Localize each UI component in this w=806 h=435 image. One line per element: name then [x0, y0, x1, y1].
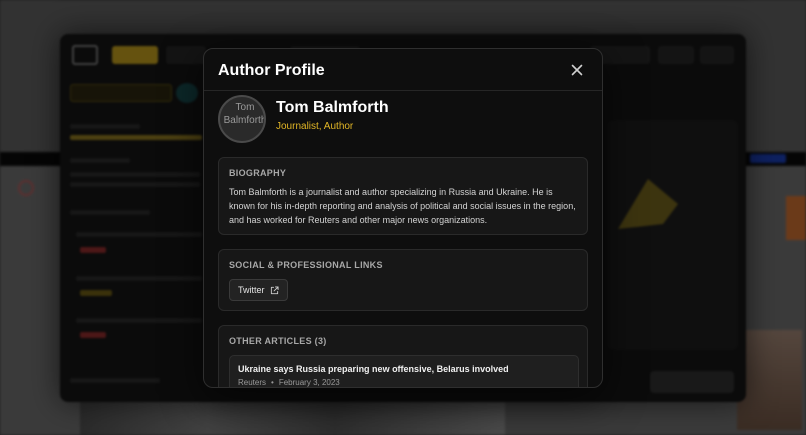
- external-link-icon: [270, 285, 279, 294]
- article-date: February 3, 2023: [278, 378, 340, 387]
- modal-body[interactable]: Tom Balmforth Tom Balmforth Journalist, …: [204, 91, 602, 387]
- article-meta-separator: •: [271, 378, 274, 387]
- biography-heading: BIOGRAPHY: [229, 168, 287, 178]
- author-role: Journalist, Author: [276, 121, 354, 132]
- social-links-card: SOCIAL & PROFESSIONAL LINKS Twitter: [218, 249, 588, 311]
- article-meta: Reuters • February 3, 2023: [238, 378, 340, 387]
- modal-title: Author Profile: [218, 62, 325, 79]
- social-links-heading: SOCIAL & PROFESSIONAL LINKS: [229, 260, 383, 270]
- biography-text: Tom Balmforth is a journalist and author…: [229, 187, 576, 225]
- twitter-link-label: Twitter: [238, 285, 265, 295]
- author-profile-header: Tom Balmforth Tom Balmforth Journalist, …: [218, 95, 588, 147]
- article-title: Ukraine says Russia preparing new offens…: [238, 364, 509, 374]
- close-button[interactable]: [568, 61, 586, 79]
- article-item[interactable]: Ukraine says Russia preparing new offens…: [229, 355, 579, 387]
- modal-header: Author Profile: [204, 49, 602, 91]
- author-profile-modal: Author Profile Tom Balmforth Tom Balmfor…: [203, 48, 603, 388]
- other-articles-card: OTHER ARTICLES (3) Ukraine says Russia p…: [218, 325, 588, 387]
- close-icon: [571, 64, 583, 76]
- twitter-link-button[interactable]: Twitter: [229, 279, 288, 301]
- biography-card: BIOGRAPHY Tom Balmforth is a journalist …: [218, 157, 588, 235]
- article-source: Reuters: [238, 378, 267, 387]
- avatar-alt-text: Tom Balmforth: [223, 102, 266, 126]
- author-name: Tom Balmforth: [276, 99, 389, 116]
- avatar: Tom Balmforth: [218, 95, 266, 143]
- other-articles-heading: OTHER ARTICLES (3): [229, 336, 327, 346]
